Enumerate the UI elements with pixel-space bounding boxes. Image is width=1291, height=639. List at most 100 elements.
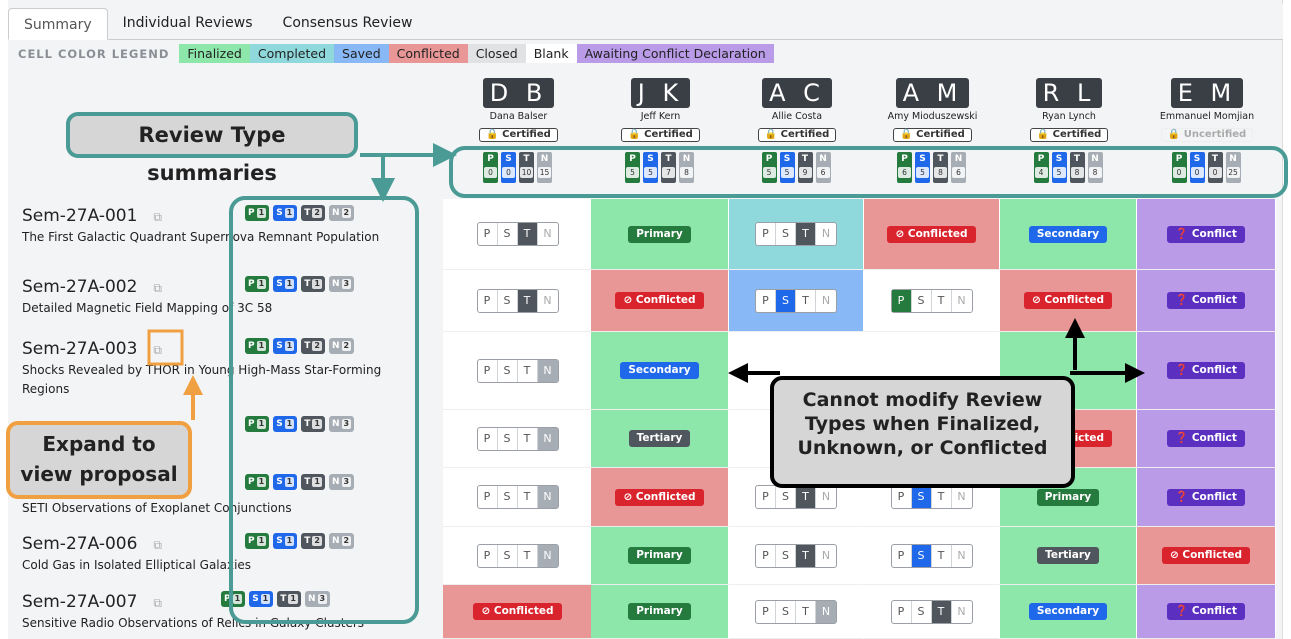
review-cell[interactable]: PSTN bbox=[729, 199, 864, 270]
review-cell[interactable]: Tertiary bbox=[591, 410, 729, 468]
type-option-t[interactable]: T bbox=[932, 289, 952, 312]
review-cell[interactable]: Primary bbox=[591, 527, 729, 585]
review-cell[interactable]: PSTN bbox=[443, 468, 593, 527]
tab-individual-reviews[interactable]: Individual Reviews bbox=[108, 7, 268, 39]
review-cell[interactable]: Primary bbox=[591, 585, 729, 639]
type-option-t[interactable]: T bbox=[931, 600, 952, 623]
review-type-selector[interactable]: PSTN bbox=[890, 288, 973, 313]
review-cell[interactable]: PSTN bbox=[864, 585, 1000, 639]
proposal-id[interactable]: Sem-27A-003 ⧉ bbox=[22, 339, 422, 359]
type-option-s[interactable]: S bbox=[498, 223, 518, 245]
certification-status[interactable]: 🔒 Certified bbox=[757, 128, 837, 142]
type-option-p[interactable]: P bbox=[478, 486, 498, 508]
type-option-p[interactable]: P bbox=[756, 486, 776, 508]
type-option-p[interactable]: P bbox=[756, 223, 776, 245]
review-cell[interactable]: PSTN bbox=[443, 527, 593, 585]
type-option-t[interactable]: T bbox=[518, 427, 538, 450]
type-option-n[interactable]: N bbox=[816, 223, 836, 245]
external-link-icon[interactable]: ⧉ bbox=[153, 596, 162, 611]
review-type-selector[interactable]: PSTN bbox=[755, 599, 837, 624]
review-cell[interactable]: PSTN bbox=[729, 585, 864, 639]
type-option-n[interactable]: N bbox=[816, 600, 836, 623]
type-option-p[interactable]: P bbox=[478, 289, 498, 312]
type-option-s[interactable]: S bbox=[498, 486, 518, 508]
type-option-n[interactable]: N bbox=[952, 601, 972, 623]
type-option-t[interactable]: T bbox=[517, 289, 538, 312]
type-option-p[interactable]: P bbox=[478, 359, 498, 382]
review-cell[interactable]: ⊘ Conflicted bbox=[1137, 527, 1276, 585]
external-link-icon[interactable]: ⧉ bbox=[153, 343, 162, 358]
type-option-n[interactable]: N bbox=[952, 290, 972, 312]
review-cell[interactable]: Secondary bbox=[591, 332, 729, 410]
type-option-s[interactable]: S bbox=[912, 600, 932, 623]
review-type-selector[interactable]: PSTN bbox=[890, 485, 973, 509]
type-option-p[interactable]: P bbox=[892, 600, 912, 623]
type-option-t[interactable]: T bbox=[932, 486, 952, 508]
review-type-selector[interactable]: PSTN bbox=[755, 485, 837, 509]
review-type-selector[interactable]: PSTN bbox=[476, 485, 559, 509]
type-option-p[interactable]: P bbox=[756, 544, 776, 567]
tab-summary[interactable]: Summary bbox=[8, 8, 108, 40]
proposal-id[interactable]: Sem-27A-002 ⧉ bbox=[22, 277, 422, 297]
type-option-n[interactable]: N bbox=[537, 427, 558, 450]
type-option-p[interactable]: P bbox=[892, 486, 912, 508]
type-option-t[interactable]: T bbox=[932, 544, 952, 567]
review-type-selector[interactable]: PSTN bbox=[476, 358, 559, 383]
type-option-s[interactable]: S bbox=[911, 544, 932, 567]
external-link-icon[interactable]: ⧉ bbox=[153, 538, 162, 553]
review-cell[interactable]: PSTN bbox=[864, 270, 1000, 332]
type-option-s[interactable]: S bbox=[776, 289, 796, 312]
type-option-s[interactable]: S bbox=[912, 289, 932, 312]
certification-status[interactable]: 🔒 Certified bbox=[621, 128, 700, 142]
review-cell[interactable]: Secondary bbox=[1000, 585, 1137, 639]
external-link-icon[interactable]: ⧉ bbox=[153, 281, 162, 296]
type-option-s[interactable]: S bbox=[498, 289, 518, 312]
type-option-p[interactable]: P bbox=[478, 427, 498, 450]
proposal-id[interactable]: Sem-27A-006 ⧉ bbox=[22, 534, 422, 554]
type-option-n[interactable]: N bbox=[537, 544, 558, 567]
type-option-s[interactable]: S bbox=[776, 486, 796, 508]
type-option-s[interactable]: S bbox=[498, 544, 518, 567]
type-option-p[interactable]: P bbox=[756, 289, 776, 312]
review-cell[interactable]: ⊘ Conflicted bbox=[591, 468, 729, 527]
type-option-t[interactable]: T bbox=[796, 486, 816, 508]
external-link-icon[interactable]: ⧉ bbox=[153, 210, 162, 225]
review-type-selector[interactable]: PSTN bbox=[755, 288, 837, 313]
type-option-n[interactable]: N bbox=[816, 290, 836, 312]
type-option-p[interactable]: P bbox=[891, 289, 912, 312]
review-cell[interactable]: PSTN bbox=[443, 332, 593, 410]
review-cell[interactable]: ⊘ Conflicted bbox=[443, 585, 593, 639]
review-cell[interactable]: Tertiary bbox=[1000, 527, 1137, 585]
proposal-id[interactable]: Sem-27A-001 ⧉ bbox=[22, 206, 422, 226]
type-option-t[interactable]: T bbox=[517, 223, 538, 245]
type-option-n[interactable]: N bbox=[816, 486, 836, 508]
review-cell[interactable]: PSTN bbox=[729, 270, 864, 332]
review-type-selector[interactable]: PSTN bbox=[890, 543, 973, 568]
review-cell[interactable]: PSTN bbox=[443, 199, 593, 270]
type-option-n[interactable]: N bbox=[952, 486, 972, 508]
tab-consensus-review[interactable]: Consensus Review bbox=[268, 7, 428, 39]
type-option-s[interactable]: S bbox=[776, 544, 796, 567]
review-cell[interactable]: ⊘ Conflicted bbox=[591, 270, 729, 332]
type-option-t[interactable]: T bbox=[796, 289, 816, 312]
certification-status[interactable]: 🔒 Certified bbox=[479, 128, 558, 142]
type-option-p[interactable]: P bbox=[756, 600, 776, 623]
type-option-s[interactable]: S bbox=[911, 486, 932, 508]
type-option-t[interactable]: T bbox=[796, 223, 816, 245]
certification-status[interactable]: 🔒 Certified bbox=[1029, 128, 1109, 142]
type-option-n[interactable]: N bbox=[952, 545, 972, 567]
certification-status[interactable]: 🔒 Certified bbox=[893, 128, 972, 142]
review-type-selector[interactable]: PSTN bbox=[755, 543, 837, 568]
type-option-s[interactable]: S bbox=[498, 359, 518, 382]
review-type-selector[interactable]: PSTN bbox=[476, 222, 559, 246]
type-option-n[interactable]: N bbox=[538, 290, 558, 312]
type-option-t[interactable]: T bbox=[518, 544, 538, 567]
type-option-n[interactable]: N bbox=[537, 359, 558, 382]
review-cell[interactable]: ❓ Conflict bbox=[1137, 468, 1276, 527]
review-type-selector[interactable]: PSTN bbox=[476, 426, 559, 451]
type-option-s[interactable]: S bbox=[776, 600, 796, 623]
review-cell[interactable]: ❓ Conflict bbox=[1137, 199, 1276, 270]
type-option-s[interactable]: S bbox=[776, 223, 796, 245]
type-option-t[interactable]: T bbox=[796, 544, 816, 567]
review-type-selector[interactable]: PSTN bbox=[755, 222, 837, 246]
